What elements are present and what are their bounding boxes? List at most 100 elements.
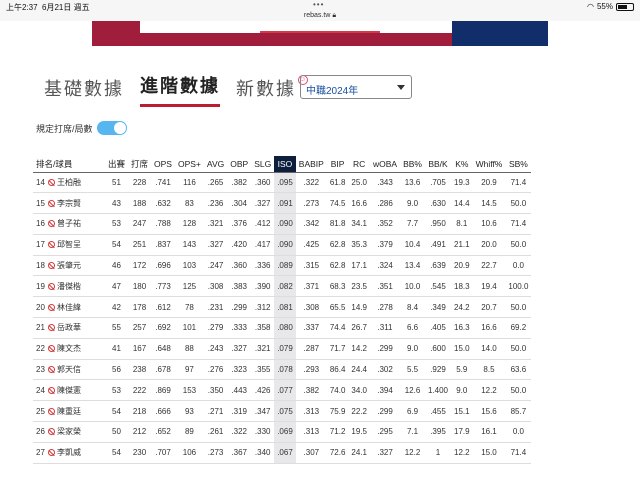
table-row[interactable]: 24 陳傑憲 53 222.869 153.350.443.426.077.382 74.… bbox=[33, 379, 532, 402]
stat-cell-bbk: .395 bbox=[424, 421, 452, 443]
stat-cell-bbk: .630 bbox=[424, 192, 452, 215]
player-name[interactable]: 郭天信 bbox=[57, 365, 81, 374]
player-cell[interactable]: 21 岳政華 bbox=[33, 317, 105, 339]
qualified-toggle[interactable] bbox=[96, 121, 127, 135]
column-header-k-[interactable]: K% bbox=[451, 156, 473, 173]
player-cell[interactable]: 22 陳文杰 bbox=[33, 338, 105, 360]
column-header-bb-k[interactable]: BB/K bbox=[424, 156, 452, 173]
player-name[interactable]: 陳文杰 bbox=[57, 344, 81, 353]
table-row[interactable]: 19 潘傑楷 47 180.773 125.308.383.390.082.371 68.… bbox=[33, 275, 532, 298]
stat-cell-iso: .082 bbox=[274, 275, 296, 298]
stat-cell-slg: .360 bbox=[251, 172, 275, 194]
stat-cell-bbp: 7.1 bbox=[400, 421, 425, 443]
table-row[interactable]: 17 邱智呈 54 251.837 143.327.420.417.090.425 62.… bbox=[33, 234, 532, 256]
player-name[interactable]: 陳重廷 bbox=[57, 407, 81, 416]
player-cell[interactable]: 15 李宗賢 bbox=[33, 192, 105, 215]
table-row[interactable]: 18 張肇元 46 172.696 103.247.360.336.089.315 62.… bbox=[33, 255, 532, 277]
player-name[interactable]: 李凱威 bbox=[57, 448, 81, 457]
more-dots-icon[interactable]: ••• bbox=[313, 0, 324, 9]
table-row[interactable]: 16 曾子祐 53 247.788 128.321.376.412.090.342 81.… bbox=[33, 213, 532, 235]
stat-cell-kp: 24.2 bbox=[451, 296, 473, 319]
stats-tabs: 基礎數據 進階數據 新數據 ☺ bbox=[44, 72, 308, 107]
table-row[interactable]: 25 陳重廷 54 218.666 93.271.319.347.075.313 75.9… bbox=[33, 400, 532, 423]
player-name[interactable]: 梁家榮 bbox=[57, 427, 81, 436]
table-row[interactable]: 21 岳政華 55 257.692 101.279.333.358.080.337 74.… bbox=[33, 317, 532, 339]
player-name[interactable]: 李宗賢 bbox=[57, 199, 81, 208]
stat-cell-kp: 9.0 bbox=[451, 379, 473, 402]
stat-cell-bbk: .600 bbox=[424, 338, 452, 360]
column-header-babip[interactable]: BABIP bbox=[295, 156, 327, 173]
column-header-bip[interactable]: BIP bbox=[326, 156, 349, 173]
table-row[interactable]: 14 王柏融 51 228.741 116.265.382.360.095.322 61.… bbox=[33, 172, 532, 194]
tab-basic-stats[interactable]: 基礎數據 bbox=[44, 75, 124, 107]
player-cell[interactable]: 23 郭天信 bbox=[33, 359, 105, 381]
stat-cell-rc: 23.5 bbox=[348, 275, 370, 298]
player-cell[interactable]: 16 曾子祐 bbox=[33, 213, 105, 235]
stat-cell-pa: 172 bbox=[128, 255, 152, 277]
player-name[interactable]: 邱智呈 bbox=[57, 240, 81, 249]
league-season-select[interactable]: 中職2024年 bbox=[300, 75, 412, 99]
stat-cell-bip: 74.0 bbox=[326, 379, 349, 402]
column-header-whiff-[interactable]: Whiff% bbox=[472, 156, 506, 173]
column-header-rc[interactable]: RC bbox=[348, 156, 370, 173]
stat-cell-pa: 188 bbox=[128, 192, 152, 215]
column-header-avg[interactable]: AVG bbox=[203, 156, 228, 173]
url-bar[interactable]: rebas.tw 🔒︎ bbox=[0, 12, 640, 21]
table-row[interactable]: 15 李宗賢 43 188.632 83.236.304.327.091.273 74.5… bbox=[33, 192, 532, 215]
table-row[interactable]: 23 郭天信 56 238.678 97.276.323.355.078.293 86.4… bbox=[33, 359, 532, 381]
stat-cell-rc: 34.0 bbox=[348, 379, 370, 402]
column-header-bb-[interactable]: BB% bbox=[400, 156, 425, 173]
ban-icon bbox=[48, 199, 55, 207]
column-header-iso[interactable]: ISO bbox=[274, 156, 296, 173]
stat-cell-babip: .307 bbox=[295, 442, 327, 464]
player-name[interactable]: 曾子祐 bbox=[57, 219, 81, 228]
stat-cell-kp: 15.1 bbox=[451, 400, 473, 423]
stat-cell-opsp: 97 bbox=[174, 359, 204, 381]
player-cell[interactable]: 20 林佳緯 bbox=[33, 296, 105, 319]
table-row[interactable]: 26 梁家榮 50 212.652 89.261.322.330.069.313 71.2… bbox=[33, 421, 532, 443]
player-name[interactable]: 林佳緯 bbox=[57, 303, 81, 312]
table-row[interactable]: 20 林佳緯 42 178.612 78.231.299.312.081.308 65.5… bbox=[33, 296, 532, 319]
column-header--[interactable]: 打席 bbox=[128, 156, 152, 173]
player-name[interactable]: 張肇元 bbox=[57, 261, 81, 270]
column-header-ops-[interactable]: OPS+ bbox=[174, 156, 204, 173]
stat-cell-pa: 251 bbox=[128, 234, 152, 256]
stat-cell-pa: 238 bbox=[128, 359, 152, 381]
player-cell[interactable]: 17 邱智呈 bbox=[33, 234, 105, 256]
player-cell[interactable]: 26 梁家榮 bbox=[33, 421, 105, 443]
tab-advanced-stats[interactable]: 進階數據 bbox=[140, 72, 220, 107]
player-name[interactable]: 岳政華 bbox=[57, 323, 81, 332]
table-row[interactable]: 22 陳文杰 41 167.648 88.243.327.321.079.287 71.7… bbox=[33, 338, 532, 360]
player-name[interactable]: 潘傑楷 bbox=[57, 282, 81, 291]
stat-cell-bbk: .405 bbox=[424, 317, 452, 339]
stat-cell-bbp: 13.4 bbox=[400, 255, 425, 277]
player-name[interactable]: 陳傑憲 bbox=[57, 386, 81, 395]
stat-cell-obp: .420 bbox=[227, 234, 252, 256]
column-header-obp[interactable]: OBP bbox=[227, 156, 252, 173]
stat-cell-ops: .692 bbox=[151, 317, 175, 339]
column-header-woba[interactable]: wOBA bbox=[369, 156, 401, 173]
column-header-ops[interactable]: OPS bbox=[151, 156, 175, 173]
stat-cell-bip: 86.4 bbox=[326, 359, 349, 381]
stat-cell-g: 54 bbox=[105, 400, 129, 423]
table-row[interactable]: 27 李凱威 54 230.707 106.273.367.340.067.307 72.… bbox=[33, 442, 532, 464]
player-cell[interactable]: 25 陳重廷 bbox=[33, 400, 105, 423]
stat-cell-obp: .376 bbox=[227, 213, 252, 235]
top-banner bbox=[92, 21, 548, 46]
player-cell[interactable]: 18 張肇元 bbox=[33, 255, 105, 277]
rank: 18 bbox=[36, 261, 45, 271]
player-cell[interactable]: 14 王柏融 bbox=[33, 172, 105, 194]
stat-cell-iso: .078 bbox=[274, 359, 296, 381]
player-name[interactable]: 王柏融 bbox=[57, 178, 81, 187]
ban-icon bbox=[48, 220, 55, 228]
player-cell[interactable]: 19 潘傑楷 bbox=[33, 275, 105, 298]
tab-new-stats[interactable]: 新數據 ☺ bbox=[236, 75, 308, 107]
column-header-slg[interactable]: SLG bbox=[251, 156, 275, 173]
column-header-sb-[interactable]: SB% bbox=[505, 156, 532, 173]
player-cell[interactable]: 24 陳傑憲 bbox=[33, 379, 105, 402]
column-header--[interactable]: 出賽 bbox=[105, 156, 129, 173]
stat-cell-avg: .247 bbox=[203, 255, 228, 277]
stat-cell-obp: .319 bbox=[227, 400, 252, 423]
player-cell[interactable]: 27 李凱威 bbox=[33, 442, 105, 464]
qualified-toggle-row: 規定打席/局數 bbox=[36, 121, 127, 135]
